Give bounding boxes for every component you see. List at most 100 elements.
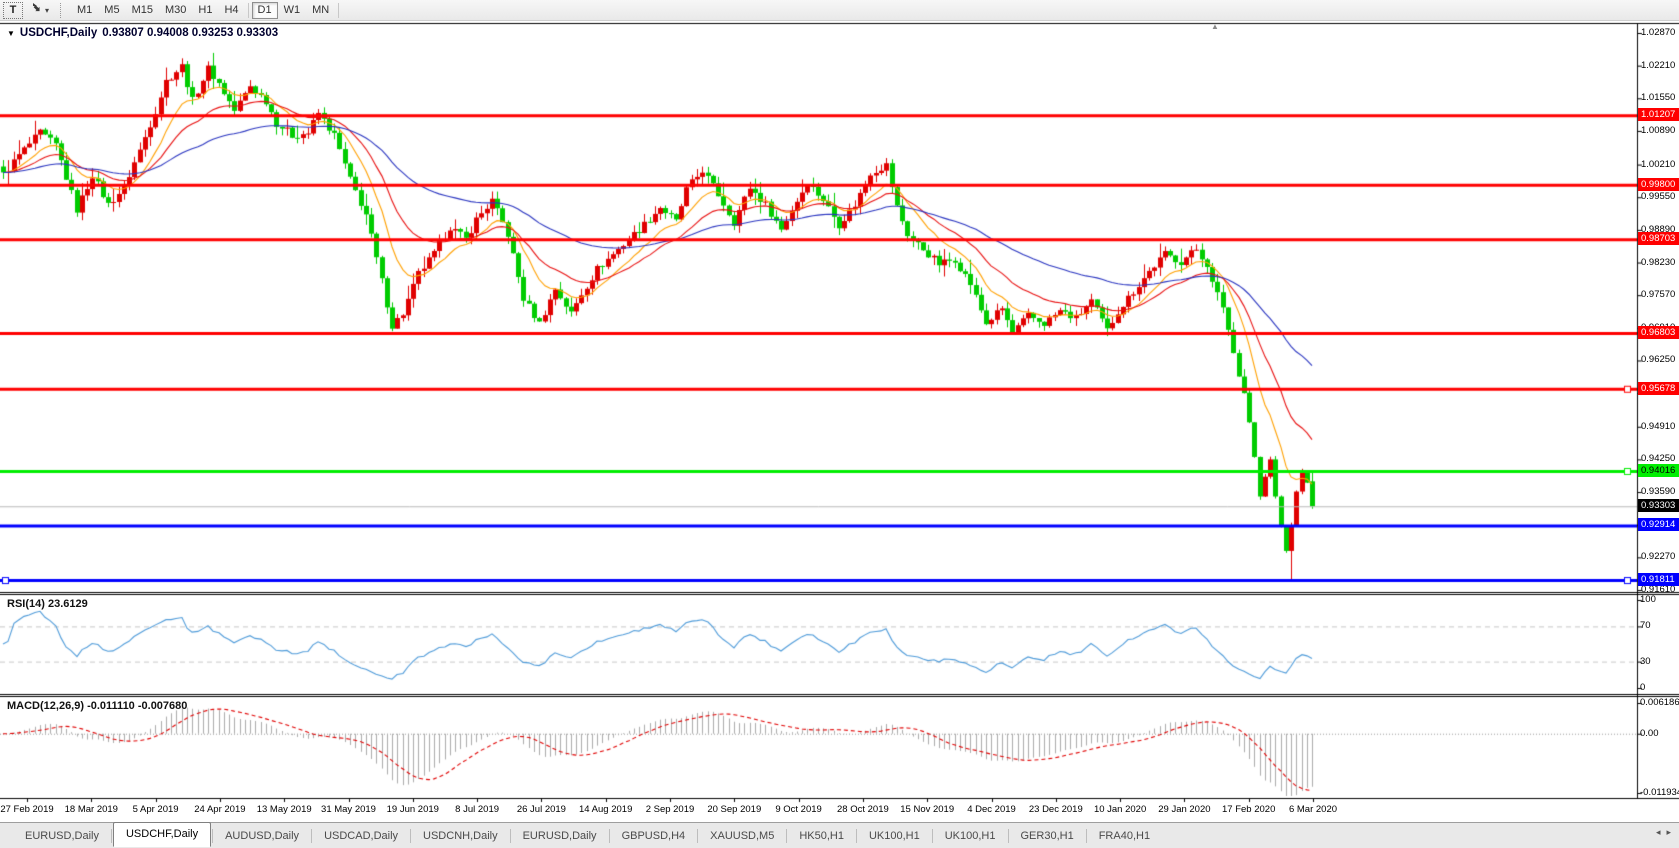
tab-separator [212,829,213,843]
macd-scale-label: 0.00 [1640,728,1678,740]
tab-separator [609,829,610,843]
tab-separator [786,829,787,843]
date-tick-label: 5 Apr 2019 [121,804,191,815]
chart-tab-eurusd-5[interactable]: EURUSD,Daily [512,826,608,846]
price-tick-label: 0.94910 [1641,421,1678,433]
hline-price-label: 0.96803 [1638,326,1679,339]
chart-tab-eurusd-0[interactable]: EURUSD,Daily [14,826,110,846]
price-tick-label: 0.93590 [1641,486,1678,498]
tab-separator [932,829,933,843]
date-tick-label: 20 Sep 2019 [699,804,769,815]
price-tick-label: 1.00890 [1641,125,1678,137]
chart-tab-xauusd-7[interactable]: XAUUSD,M5 [699,826,785,846]
tab-separator [1008,829,1009,843]
timeframe-button-w1[interactable]: W1 [278,2,307,19]
rsi-scale-label: 70 [1640,620,1678,632]
chart-tab-uk100-9[interactable]: UK100,H1 [858,826,931,846]
date-tick-label: 15 Nov 2019 [892,804,962,815]
price-tick-label: 0.97570 [1641,289,1678,301]
price-tick-label: 1.01550 [1641,92,1678,104]
toolbar-separator [338,3,339,18]
tab-separator [1086,829,1087,843]
toolbar: T ▾ M1M5M15M30H1H4 D1W1MN [0,0,1679,21]
hline-price-label: 0.98703 [1638,232,1679,245]
timeframe-button-d1[interactable]: D1 [252,2,278,19]
price-tick-label: 1.00210 [1641,159,1678,171]
rsi-scale-label: 100 [1640,594,1678,606]
tab-separator [510,829,511,843]
date-tick-label: 14 Aug 2019 [571,804,641,815]
toolbar-separator [248,3,249,18]
macd-indicator-label: MACD(12,26,9) -0.011110 -0.007680 [7,700,187,712]
mt4-window: T ▾ M1M5M15M30H1H4 D1W1MN ▼ USDCHF,Daily … [0,0,1679,848]
date-tick-label: 2 Sep 2019 [635,804,705,815]
hline-price-label: 0.91811 [1638,573,1679,586]
timeframe-button-m5[interactable]: M5 [98,2,125,19]
chart-area: ▼ USDCHF,Daily 0.93807 0.94008 0.93253 0… [0,21,1679,822]
tab-separator [111,829,112,843]
date-tick-label: 13 May 2019 [249,804,319,815]
chart-shift-marker-icon[interactable]: ▲ [1211,22,1219,31]
toolbar-grip[interactable] [60,3,65,18]
chart-tab-fra40-12[interactable]: FRA40,H1 [1088,826,1161,846]
tab-separator [410,829,411,843]
collapse-triangle-icon[interactable]: ▼ [7,29,15,38]
timeframe-button-h4[interactable]: H4 [218,2,244,19]
date-tick-label: 19 Jun 2019 [378,804,448,815]
date-tick-label: 17 Feb 2020 [1214,804,1284,815]
date-tick-label: 28 Oct 2019 [828,804,898,815]
price-tick-label: 0.99550 [1641,191,1678,203]
date-tick-label: 23 Dec 2019 [1021,804,1091,815]
chart-tab-audusd-2[interactable]: AUDUSD,Daily [214,826,310,846]
tab-bar: EURUSD,DailyUSDCHF,DailyAUDUSD,DailyUSDC… [0,822,1679,848]
rsi-scale-label: 30 [1640,656,1678,668]
date-tick-label: 26 Jul 2019 [506,804,576,815]
date-tick-label: 24 Apr 2019 [185,804,255,815]
chart-tab-usdchf-1[interactable]: USDCHF,Daily [113,822,211,847]
chart-canvas[interactable] [0,21,1679,822]
hline-price-label: 0.92914 [1638,518,1679,531]
date-tick-label: 29 Jan 2020 [1149,804,1219,815]
timeframe-button-h1[interactable]: H1 [192,2,218,19]
chart-tab-uk100-10[interactable]: UK100,H1 [934,826,1007,846]
chart-symbol-header[interactable]: ▼ USDCHF,Daily 0.93807 0.94008 0.93253 0… [7,27,278,39]
current-price-label: 0.93303 [1638,499,1679,512]
arrange-arrows-button[interactable]: ▾ [25,2,54,19]
chart-tab-hk50-8[interactable]: HK50,H1 [788,826,855,846]
text-tool-button[interactable]: T [3,2,23,19]
timeframe-button-m30[interactable]: M30 [159,2,192,19]
date-tick-label: 18 Mar 2019 [56,804,126,815]
hline-price-label: 1.01207 [1638,108,1679,121]
tab-separator [856,829,857,843]
tab-separator [697,829,698,843]
tab-scroll-left-icon[interactable]: ◂ [1656,827,1661,838]
date-tick-label: 9 Oct 2019 [764,804,834,815]
date-tick-label: 27 Feb 2019 [0,804,62,815]
timeframe-button-m15[interactable]: M15 [126,2,159,19]
macd-scale-label: 0.006186 [1640,697,1678,709]
price-tick-label: 1.02210 [1641,60,1678,72]
date-tick-label: 10 Jan 2020 [1085,804,1155,815]
rsi-scale-label: 0 [1640,682,1678,694]
price-tick-label: 0.92270 [1641,551,1678,563]
chart-tab-usdcad-3[interactable]: USDCAD,Daily [313,826,409,846]
date-tick-label: 6 Mar 2020 [1278,804,1348,815]
timeframe-group: M1M5M15M30H1H4 D1W1MN [71,2,342,19]
macd-scale-label: -0.011934 [1640,787,1678,799]
date-tick-label: 31 May 2019 [314,804,384,815]
tab-scroll-right-icon[interactable]: ▸ [1666,827,1671,838]
chart-tab-gbpusd-6[interactable]: GBPUSD,H4 [611,826,697,846]
tab-separator [311,829,312,843]
timeframe-button-m1[interactable]: M1 [71,2,98,19]
price-tick-label: 1.02870 [1641,27,1678,39]
chart-tab-usdcnh-4[interactable]: USDCNH,Daily [412,826,509,846]
timeframe-button-mn[interactable]: MN [306,2,335,19]
ohlc-values: 0.93807 0.94008 0.93253 0.93303 [102,27,278,39]
tab-nav-buttons: ◂ ▸ [1656,827,1671,838]
price-tick-label: 0.98230 [1641,257,1678,269]
hline-price-label: 0.95678 [1638,382,1679,395]
chevron-down-icon: ▾ [45,6,49,15]
chart-tab-ger30-11[interactable]: GER30,H1 [1010,826,1085,846]
double-arrow-icon [30,2,43,18]
hline-price-label: 0.94016 [1638,464,1679,477]
